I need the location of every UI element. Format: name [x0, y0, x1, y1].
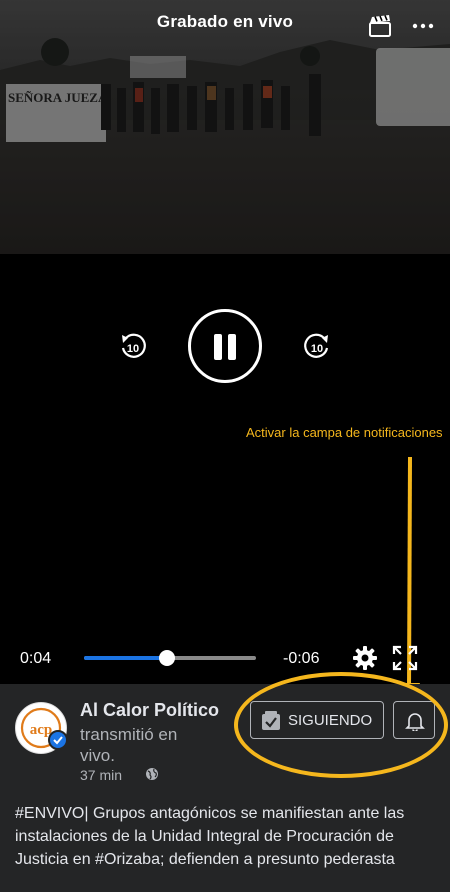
progress-fill: [84, 656, 167, 660]
annotation-text: Activar la campa de notificaciones: [246, 425, 443, 440]
post-action-text: transmitió en vivo.: [80, 725, 178, 765]
rewind-seconds-label: 10: [127, 343, 139, 355]
progress-thumb[interactable]: [158, 650, 175, 666]
following-button[interactable]: SIGUIENDO: [250, 701, 384, 739]
time-elapsed: 0:04: [20, 650, 52, 667]
forward-10-icon[interactable]: 10: [302, 332, 332, 362]
time-remaining: -0:06: [283, 650, 320, 667]
verified-badge-icon: [48, 730, 68, 750]
rewind-10-icon[interactable]: 10: [118, 332, 148, 362]
post-caption: #ENVIVO| Grupos antagónicos se manifiest…: [15, 805, 405, 868]
globe-icon: [146, 768, 158, 780]
video-frame[interactable]: SEÑORA JUEZA!: [0, 0, 450, 254]
settings-gear-icon[interactable]: [352, 645, 378, 671]
more-dots-icon[interactable]: [410, 18, 436, 34]
pause-icon-bar: [228, 334, 236, 360]
pause-icon: [214, 334, 222, 360]
post-panel: acp Al Calor Político transmitió en vivo…: [0, 684, 450, 892]
following-label: SIGUIENDO: [288, 712, 373, 729]
bell-icon: [405, 713, 425, 731]
progress-slider[interactable]: [84, 650, 256, 666]
page-name[interactable]: Al Calor Político: [80, 700, 219, 721]
post-time[interactable]: 37 min: [80, 767, 122, 783]
notification-bell-button[interactable]: [393, 701, 435, 739]
pause-button[interactable]: [188, 309, 262, 383]
forward-seconds-label: 10: [311, 343, 323, 355]
annotation-arrow-icon: [398, 456, 420, 713]
clapperboard-icon[interactable]: [368, 14, 392, 38]
following-check-icon: [262, 711, 280, 730]
video-dim-overlay: [0, 0, 450, 254]
fullscreen-icon[interactable]: [392, 645, 418, 671]
